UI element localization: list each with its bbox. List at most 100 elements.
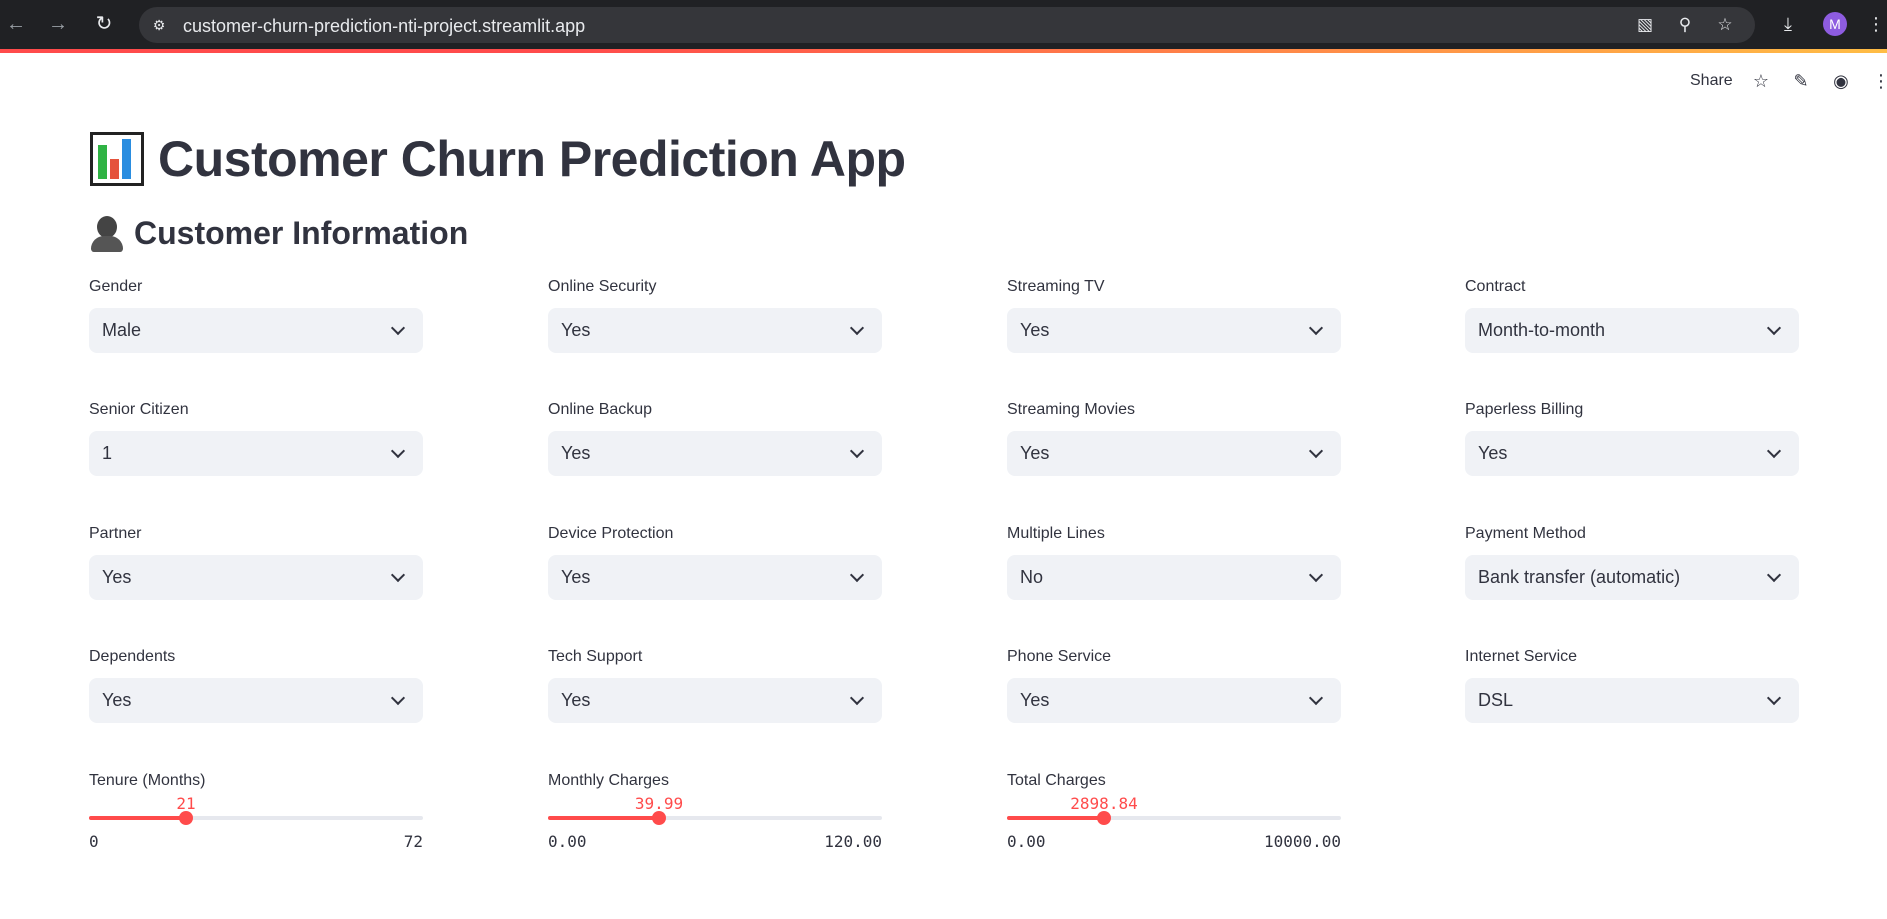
slider-track-area[interactable]: 2898.84 0.00 10000.00 — [1007, 792, 1341, 852]
main-menu-icon[interactable]: ⋮ — [1870, 70, 1887, 92]
star-icon[interactable]: ☆ — [1750, 70, 1772, 92]
phone-service-dropdown[interactable]: Yes — [1007, 678, 1341, 723]
back-arrow-icon[interactable]: ← — [4, 12, 28, 36]
select-value: Yes — [102, 690, 132, 710]
chevron-down-icon — [848, 321, 866, 339]
browser-toolbar: ← → ↻ ⚙ customer-churn-prediction-nti-pr… — [0, 0, 1887, 49]
page-title: Customer Churn Prediction App — [90, 130, 906, 188]
chevron-down-icon — [389, 321, 407, 339]
slider-min-label: 0.00 — [1007, 832, 1046, 851]
gender-select: Gender Male — [89, 278, 423, 353]
internet-service-select: Internet Service DSL — [1465, 648, 1799, 723]
internet-service-dropdown[interactable]: DSL — [1465, 678, 1799, 723]
field-label: Streaming Movies — [1007, 401, 1136, 418]
partner-select: Partner Yes — [89, 525, 423, 600]
chevron-down-icon — [848, 444, 866, 462]
slider-max-label: 72 — [403, 832, 423, 851]
select-value: Month-to-month — [1478, 320, 1606, 340]
section-header: Customer Information — [90, 215, 468, 252]
online-backup-dropdown[interactable]: Yes — [548, 431, 882, 476]
browser-menu-icon[interactable]: ⋮ — [1864, 12, 1887, 36]
chevron-down-icon — [1307, 444, 1325, 462]
slider-track-area[interactable]: 21 0 72 — [89, 792, 423, 852]
streaming-tv-dropdown[interactable]: Yes — [1007, 308, 1341, 353]
slider-thumb[interactable] — [179, 811, 193, 825]
chevron-down-icon — [389, 691, 407, 709]
field-label: Partner — [89, 525, 142, 542]
slider-thumb[interactable] — [652, 811, 666, 825]
online-security-dropdown[interactable]: Yes — [548, 308, 882, 353]
reload-icon[interactable]: ↻ — [92, 12, 116, 36]
field-label: Phone Service — [1007, 648, 1112, 665]
tech-support-dropdown[interactable]: Yes — [548, 678, 882, 723]
device-protection-select: Device Protection Yes — [548, 525, 882, 600]
field-label: Multiple Lines — [1007, 525, 1105, 542]
field-label: Gender — [89, 278, 143, 295]
select-value: Yes — [102, 567, 132, 587]
url-text[interactable]: customer-churn-prediction-nti-project.st… — [183, 16, 585, 37]
github-icon[interactable]: ◉ — [1830, 70, 1852, 92]
select-value: Yes — [1478, 443, 1508, 463]
phone-service-select: Phone Service Yes — [1007, 648, 1341, 723]
chevron-down-icon — [848, 568, 866, 586]
streamlit-decoration-line — [0, 49, 1887, 53]
field-label: Dependents — [89, 648, 176, 665]
address-bar[interactable]: ⚙ customer-churn-prediction-nti-project.… — [139, 7, 1755, 43]
select-value: Yes — [561, 567, 591, 587]
chevron-down-icon — [1765, 691, 1783, 709]
slider-min-label: 0.00 — [548, 832, 587, 851]
streaming-tv-select: Streaming TV Yes — [1007, 278, 1341, 353]
select-value: Yes — [1020, 443, 1050, 463]
slider-label: Monthly Charges — [548, 772, 669, 789]
chevron-down-icon — [1307, 568, 1325, 586]
site-info-icon[interactable]: ⚙ — [150, 16, 168, 34]
field-label: Payment Method — [1465, 525, 1586, 542]
share-button[interactable]: Share — [1690, 72, 1733, 90]
field-label: Device Protection — [548, 525, 674, 542]
multiple-lines-select: Multiple Lines No — [1007, 525, 1341, 600]
bookmark-star-icon[interactable]: ☆ — [1715, 15, 1735, 35]
slider-fill — [548, 816, 659, 820]
chevron-down-icon — [1765, 321, 1783, 339]
gender-dropdown[interactable]: Male — [89, 308, 423, 353]
senior-citizen-dropdown[interactable]: 1 — [89, 431, 423, 476]
monthly-charges-slider: Monthly Charges 39.99 0.00 120.00 — [548, 772, 882, 852]
dependents-dropdown[interactable]: Yes — [89, 678, 423, 723]
forward-arrow-icon[interactable]: → — [46, 12, 70, 36]
select-value: Male — [102, 320, 142, 340]
chevron-down-icon — [389, 444, 407, 462]
select-value: 1 — [102, 443, 113, 463]
payment-method-select: Payment Method Bank transfer (automatic) — [1465, 525, 1799, 600]
multiple-lines-dropdown[interactable]: No — [1007, 555, 1341, 600]
slider-thumb[interactable] — [1097, 811, 1111, 825]
contract-dropdown[interactable]: Month-to-month — [1465, 308, 1799, 353]
install-app-icon[interactable]: ▧ — [1635, 15, 1655, 35]
edit-pencil-icon[interactable]: ✎ — [1790, 70, 1812, 92]
bar-chart-icon — [90, 132, 144, 186]
profile-avatar[interactable]: M — [1823, 12, 1847, 36]
dependents-select: Dependents Yes — [89, 648, 423, 723]
chevron-down-icon — [848, 691, 866, 709]
select-value: Yes — [1020, 690, 1050, 710]
slider-max-label: 10000.00 — [1263, 832, 1341, 851]
slider-fill — [1007, 816, 1104, 820]
select-value: DSL — [1478, 690, 1514, 710]
section-header-text: Customer Information — [134, 215, 469, 251]
paperless-billing-dropdown[interactable]: Yes — [1465, 431, 1799, 476]
streaming-movies-select: Streaming Movies Yes — [1007, 401, 1341, 476]
chevron-down-icon — [1307, 321, 1325, 339]
partner-dropdown[interactable]: Yes — [89, 555, 423, 600]
zoom-icon[interactable]: ⚲ — [1675, 15, 1695, 35]
payment-method-dropdown[interactable]: Bank transfer (automatic) — [1465, 555, 1799, 600]
paperless-billing-select: Paperless Billing Yes — [1465, 401, 1799, 476]
total-charges-slider: Total Charges 2898.84 0.00 10000.00 — [1007, 772, 1341, 852]
page-title-text: Customer Churn Prediction App — [158, 131, 906, 187]
streaming-movies-dropdown[interactable]: Yes — [1007, 431, 1341, 476]
device-protection-dropdown[interactable]: Yes — [548, 555, 882, 600]
download-icon[interactable]: ⤓ — [1776, 12, 1800, 36]
select-value: Yes — [561, 690, 591, 710]
slider-track-area[interactable]: 39.99 0.00 120.00 — [548, 792, 882, 852]
field-label: Internet Service — [1465, 648, 1578, 665]
field-label: Tech Support — [548, 648, 643, 665]
senior-citizen-select: Senior Citizen 1 — [89, 401, 423, 476]
